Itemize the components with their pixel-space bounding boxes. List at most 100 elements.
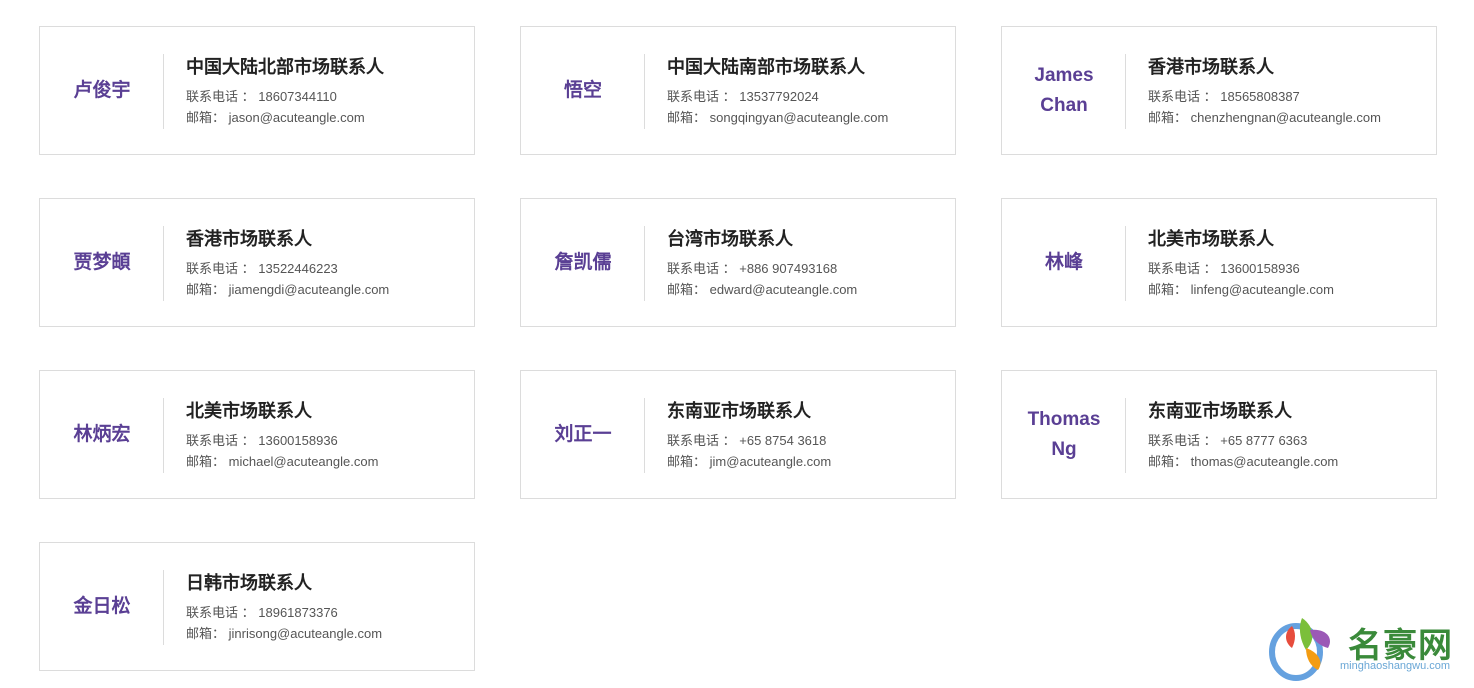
contact-email-line: 邮箱： jason@acuteangle.com [186,107,468,128]
phone-label: 联系电话 ： [186,89,255,104]
contact-card: 詹凯儒 台湾市场联系人 联系电话 ： +886 907493168 邮箱： ed… [520,198,956,327]
email-link[interactable]: linfeng@acuteangle.com [1191,282,1334,297]
contact-card: 悟空 中国大陆南部市场联系人 联系电话 ： 13537792024 邮箱： so… [520,26,956,155]
contact-card: Thomas Ng 东南亚市场联系人 联系电话 ： +65 8777 6363 … [1001,370,1437,499]
contact-card: 卢俊宇 中国大陆北部市场联系人 联系电话 ： 18607344110 邮箱： j… [39,26,475,155]
phone-value[interactable]: 18607344110 [258,89,337,104]
contact-role: 日韩市场联系人 [186,573,312,593]
email-link[interactable]: michael@acuteangle.com [229,454,379,469]
phone-label: 联系电话 ： [186,433,255,448]
phone-label: 联系电话 ： [667,433,736,448]
email-label: 邮箱： [667,282,707,297]
contact-info: 香港市场联系人 联系电话 ： 18565808387 邮箱： chenzheng… [1148,55,1430,128]
phone-label: 联系电话 ： [1148,261,1217,276]
contact-email-line: 邮箱： songqingyan@acuteangle.com [667,107,949,128]
contact-info: 日韩市场联系人 联系电话 ： 18961873376 邮箱： jinrisong… [186,571,468,644]
phone-label: 联系电话 ： [667,89,736,104]
card-divider [1125,54,1126,129]
email-link[interactable]: jiamengdi@acuteangle.com [229,282,390,297]
contact-phone-line: 联系电话 ： 18961873376 [186,602,468,623]
email-label: 邮箱： [1148,282,1188,297]
contact-role: 北美市场联系人 [1148,229,1274,249]
contact-phone-line: 联系电话 ： 13600158936 [1148,258,1430,279]
phone-value[interactable]: 13600158936 [258,433,338,448]
contact-info: 中国大陆南部市场联系人 联系电话 ： 13537792024 邮箱： songq… [667,55,949,128]
card-divider [644,54,645,129]
email-link[interactable]: jim@acuteangle.com [710,454,832,469]
contact-card: 刘正一 东南亚市场联系人 联系电话 ： +65 8754 3618 邮箱： ji… [520,370,956,499]
contact-card: 林炳宏 北美市场联系人 联系电话 ： 13600158936 邮箱： micha… [39,370,475,499]
phone-value[interactable]: 18565808387 [1220,89,1300,104]
contact-name: 金日松 [73,595,131,617]
email-label: 邮箱： [186,454,226,469]
contact-phone-line: 联系电话 ： 13537792024 [667,86,949,107]
contact-card: 林峰 北美市场联系人 联系电话 ： 13600158936 邮箱： linfen… [1001,198,1437,327]
contact-email-line: 邮箱： jim@acuteangle.com [667,451,949,472]
contact-name: 贾梦頔 [73,251,131,273]
contact-info: 台湾市场联系人 联系电话 ： +886 907493168 邮箱： edward… [667,227,949,300]
phone-label: 联系电话 ： [186,261,255,276]
contact-email-line: 邮箱： edward@acuteangle.com [667,279,949,300]
contact-name: 林炳宏 [73,423,131,445]
contact-info: 东南亚市场联系人 联系电话 ： +65 8777 6363 邮箱： thomas… [1148,399,1430,472]
contact-name: 卢俊宇 [73,79,131,101]
email-link[interactable]: jinrisong@acuteangle.com [229,626,382,641]
contact-card: 贾梦頔 香港市场联系人 联系电话 ： 13522446223 邮箱： jiame… [39,198,475,327]
leaf-logo-icon [1269,618,1330,681]
contact-name: 刘正一 [554,423,612,445]
email-link[interactable]: jason@acuteangle.com [229,110,365,125]
contact-info: 香港市场联系人 联系电话 ： 13522446223 邮箱： jiamengdi… [186,227,468,300]
phone-value[interactable]: 13600158936 [1220,261,1300,276]
phone-label: 联系电话 ： [186,605,255,620]
contact-phone-line: 联系电话 ： 13522446223 [186,258,468,279]
contact-email-line: 邮箱： chenzhengnan@acuteangle.com [1148,107,1430,128]
card-divider [163,398,164,473]
card-divider [644,398,645,473]
contact-email-line: 邮箱： michael@acuteangle.com [186,451,468,472]
contact-name: 林峰 [1044,251,1083,273]
phone-value[interactable]: 13537792024 [739,89,819,104]
phone-value[interactable]: +65 8754 3618 [739,433,826,448]
watermark-logo: 名豪网 minghaoshangwu.com [1262,608,1472,683]
contact-phone-line: 联系电话 ： +886 907493168 [667,258,949,279]
email-label: 邮箱： [186,110,226,125]
card-divider [644,226,645,301]
card-divider [163,226,164,301]
contact-card: James Chan 香港市场联系人 联系电话 ： 18565808387 邮箱… [1001,26,1437,155]
contact-email-line: 邮箱： thomas@acuteangle.com [1148,451,1430,472]
email-link[interactable]: chenzhengnan@acuteangle.com [1191,110,1381,125]
contact-phone-line: 联系电话 ： 18607344110 [186,86,468,107]
email-link[interactable]: songqingyan@acuteangle.com [710,110,889,125]
phone-value[interactable]: +886 907493168 [739,261,837,276]
card-divider [1125,226,1126,301]
card-divider [163,54,164,129]
contact-info: 中国大陆北部市场联系人 联系电话 ： 18607344110 邮箱： jason… [186,55,468,128]
email-link[interactable]: thomas@acuteangle.com [1191,454,1339,469]
contact-info: 北美市场联系人 联系电话 ： 13600158936 邮箱： michael@a… [186,399,468,472]
contact-name: 悟空 [563,79,602,101]
contact-role: 中国大陆南部市场联系人 [667,57,865,77]
contact-email-line: 邮箱： linfeng@acuteangle.com [1148,279,1430,300]
watermark-subtext: minghaoshangwu.com [1340,660,1451,672]
phone-value[interactable]: 13522446223 [258,261,338,276]
contact-name: 詹凯儒 [554,251,612,273]
contact-role: 东南亚市场联系人 [667,401,811,421]
contact-phone-line: 联系电话 ： +65 8777 6363 [1148,430,1430,451]
phone-label: 联系电话 ： [1148,89,1217,104]
contact-email-line: 邮箱： jiamengdi@acuteangle.com [186,279,468,300]
contact-role: 中国大陆北部市场联系人 [186,57,384,77]
phone-value[interactable]: +65 8777 6363 [1220,433,1307,448]
phone-label: 联系电话 ： [667,261,736,276]
phone-value[interactable]: 18961873376 [258,605,338,620]
email-label: 邮箱： [1148,454,1188,469]
card-divider [1125,398,1126,473]
email-label: 邮箱： [667,110,707,125]
email-label: 邮箱： [1148,110,1188,125]
contact-name: Thomas Ng [1027,408,1101,460]
contact-phone-line: 联系电话 ： +65 8754 3618 [667,430,949,451]
contact-name: James Chan [1034,64,1094,116]
email-link[interactable]: edward@acuteangle.com [710,282,858,297]
contact-email-line: 邮箱： jinrisong@acuteangle.com [186,623,468,644]
contact-role: 台湾市场联系人 [667,229,793,249]
card-divider [163,570,164,645]
